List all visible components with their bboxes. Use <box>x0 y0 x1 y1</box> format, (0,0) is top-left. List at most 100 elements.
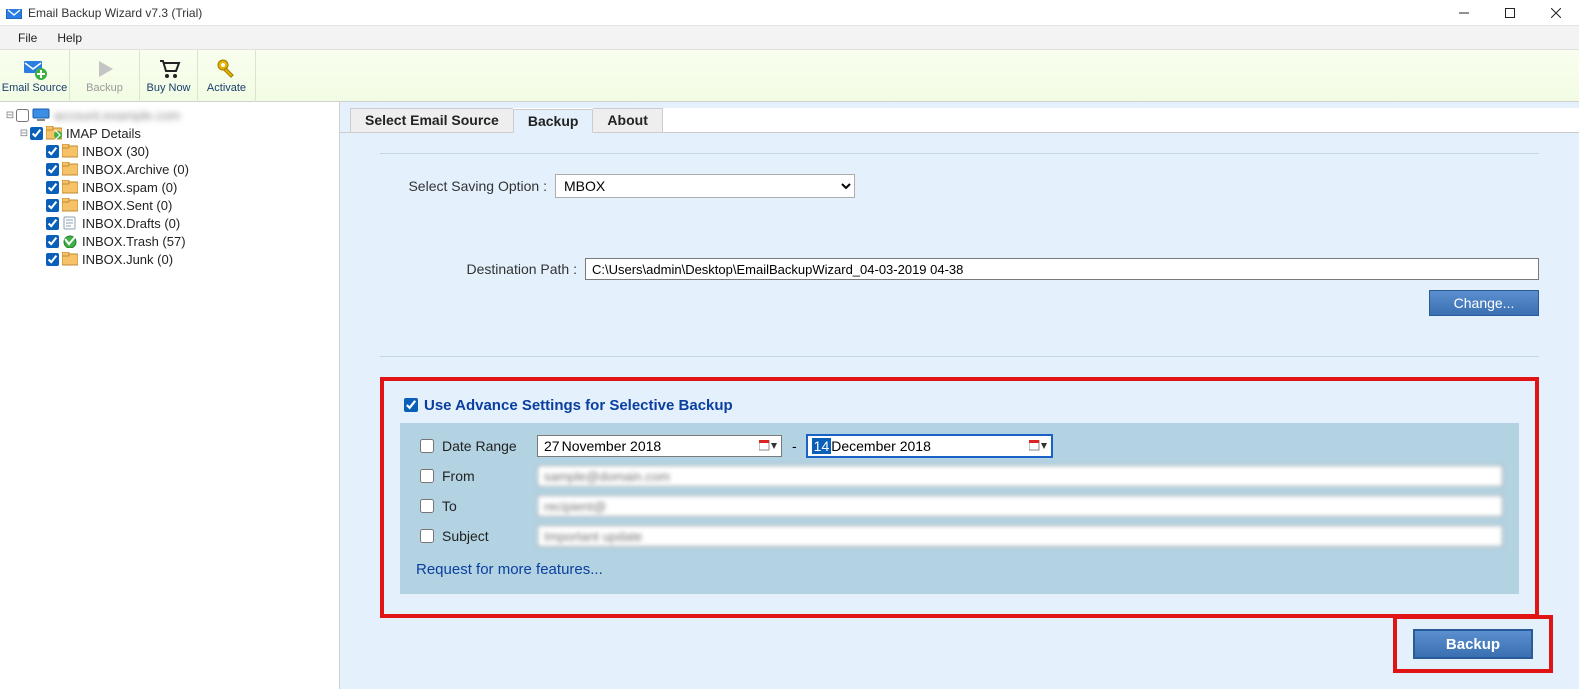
tree-item-junk[interactable]: INBOX.Junk (0) <box>4 250 339 268</box>
app-icon <box>6 7 22 19</box>
toolbar-buy-now-button[interactable]: Buy Now <box>140 50 198 102</box>
toolbar-buy-now-label: Buy Now <box>146 82 190 94</box>
tree-item-spam[interactable]: INBOX.spam (0) <box>4 178 339 196</box>
datepicker-dropdown-icon[interactable] <box>759 440 777 452</box>
backup-button-highlight: Backup <box>1393 615 1553 673</box>
folder-icon <box>62 180 78 194</box>
menu-help[interactable]: Help <box>47 28 92 48</box>
tree-item-sent[interactable]: INBOX.Sent (0) <box>4 196 339 214</box>
drafts-icon <box>62 216 78 230</box>
destination-path-input[interactable] <box>585 258 1539 280</box>
date-range-checkbox[interactable] <box>420 439 434 453</box>
date-from-day: 27 <box>542 438 562 454</box>
advanced-settings-checkbox[interactable] <box>404 398 418 412</box>
main-tabs: Select Email Source Backup About <box>350 108 1579 132</box>
tree-item-label: INBOX.spam (0) <box>82 180 177 195</box>
date-range-row: Date Range 27 November 2018 - 14 Decembe… <box>416 435 1503 457</box>
toolbar-email-source-button[interactable]: Email Source <box>0 50 70 102</box>
date-from-rest: November 2018 <box>562 438 662 454</box>
to-filter-checkbox[interactable] <box>420 499 434 513</box>
title-bar: Email Backup Wizard v7.3 (Trial) <box>0 0 1579 26</box>
folder-icon <box>62 198 78 212</box>
tree-imap-checkbox[interactable] <box>30 127 43 140</box>
to-filter-input[interactable] <box>537 495 1503 517</box>
to-filter-label: To <box>442 498 537 514</box>
menu-bar: File Help <box>0 26 1579 50</box>
tree-item-label: INBOX.Junk (0) <box>82 252 173 267</box>
tab-about[interactable]: About <box>593 108 662 132</box>
tree-item-label: INBOX.Trash (57) <box>82 234 186 249</box>
window-close-button[interactable] <box>1533 0 1579 26</box>
tree-item-label: INBOX.Drafts (0) <box>82 216 180 231</box>
datepicker-dropdown-icon[interactable] <box>1029 440 1047 452</box>
imap-folder-icon <box>46 126 62 140</box>
email-source-icon <box>23 57 47 81</box>
tree-item-checkbox[interactable] <box>46 199 59 212</box>
tree-imap-label: IMAP Details <box>66 126 141 141</box>
key-icon <box>215 57 239 81</box>
tree-item-checkbox[interactable] <box>46 235 59 248</box>
tab-select-email-source[interactable]: Select Email Source <box>350 108 513 132</box>
toolbar: Email Source Backup Buy Now Activate <box>0 50 1579 102</box>
subject-filter-input[interactable] <box>537 525 1503 547</box>
date-to-picker[interactable]: 14 December 2018 <box>807 435 1052 457</box>
folder-icon <box>62 144 78 158</box>
tree-item-checkbox[interactable] <box>46 145 59 158</box>
tree-item-checkbox[interactable] <box>46 181 59 194</box>
from-filter-label: From <box>442 468 537 484</box>
toolbar-activate-label: Activate <box>207 82 246 94</box>
date-to-day: 14 <box>812 438 832 454</box>
toolbar-backup-button[interactable]: Backup <box>70 50 140 102</box>
saving-option-select[interactable]: MBOX <box>555 174 855 198</box>
date-separator: - <box>792 438 797 454</box>
folder-icon <box>62 162 78 176</box>
change-button[interactable]: Change... <box>1429 290 1539 316</box>
tree-item-checkbox[interactable] <box>46 253 59 266</box>
toolbar-activate-button[interactable]: Activate <box>198 50 256 102</box>
window-maximize-button[interactable] <box>1487 0 1533 26</box>
tree-root-checkbox[interactable] <box>16 109 29 122</box>
backup-play-icon <box>93 57 117 81</box>
subject-filter-checkbox[interactable] <box>420 529 434 543</box>
from-filter-row: From <box>416 465 1503 487</box>
menu-file[interactable]: File <box>8 28 47 48</box>
saving-option-row: Select Saving Option : MBOX <box>380 174 1539 198</box>
tree-item-label: INBOX.Archive (0) <box>82 162 189 177</box>
advanced-settings-highlight: Use Advance Settings for Selective Backu… <box>380 377 1539 618</box>
tree-root[interactable]: ⊟ account.example.com <box>4 106 339 124</box>
date-to-rest: December 2018 <box>831 438 931 454</box>
tree-item-archive[interactable]: INBOX.Archive (0) <box>4 160 339 178</box>
tree-imap-details[interactable]: ⊟ IMAP Details <box>4 124 339 142</box>
from-filter-input[interactable] <box>537 465 1503 487</box>
shopping-cart-icon <box>157 57 181 81</box>
date-from-picker[interactable]: 27 November 2018 <box>537 435 782 457</box>
request-features-link[interactable]: Request for more features... <box>416 561 603 578</box>
folder-tree-panel: ⊟ account.example.com ⊟ IMAP Details INB… <box>0 102 340 689</box>
tree-item-checkbox[interactable] <box>46 217 59 230</box>
destination-row: Destination Path : <box>380 258 1539 280</box>
subject-filter-label: Subject <box>442 528 537 544</box>
computer-icon <box>32 108 50 122</box>
tab-backup[interactable]: Backup <box>513 109 594 133</box>
tree-item-inbox[interactable]: INBOX (30) <box>4 142 339 160</box>
tree-item-trash[interactable]: INBOX.Trash (57) <box>4 232 339 250</box>
folder-icon <box>62 252 78 266</box>
selective-backup-panel: Date Range 27 November 2018 - 14 Decembe… <box>400 423 1519 594</box>
advanced-settings-title: Use Advance Settings for Selective Backu… <box>424 397 733 414</box>
tree-item-label: INBOX (30) <box>82 144 149 159</box>
to-filter-row: To <box>416 495 1503 517</box>
destination-label: Destination Path : <box>380 261 585 277</box>
tree-root-label: account.example.com <box>54 108 180 123</box>
collapse-icon[interactable]: ⊟ <box>18 128 30 139</box>
window-title: Email Backup Wizard v7.3 (Trial) <box>28 6 202 20</box>
from-filter-checkbox[interactable] <box>420 469 434 483</box>
collapse-icon[interactable]: ⊟ <box>4 110 16 121</box>
window-minimize-button[interactable] <box>1441 0 1487 26</box>
backup-button[interactable]: Backup <box>1413 629 1533 659</box>
tree-item-drafts[interactable]: INBOX.Drafts (0) <box>4 214 339 232</box>
subject-filter-row: Subject <box>416 525 1503 547</box>
tree-item-checkbox[interactable] <box>46 163 59 176</box>
date-range-label: Date Range <box>442 438 537 454</box>
tree-item-label: INBOX.Sent (0) <box>82 198 172 213</box>
toolbar-email-source-label: Email Source <box>2 82 67 94</box>
